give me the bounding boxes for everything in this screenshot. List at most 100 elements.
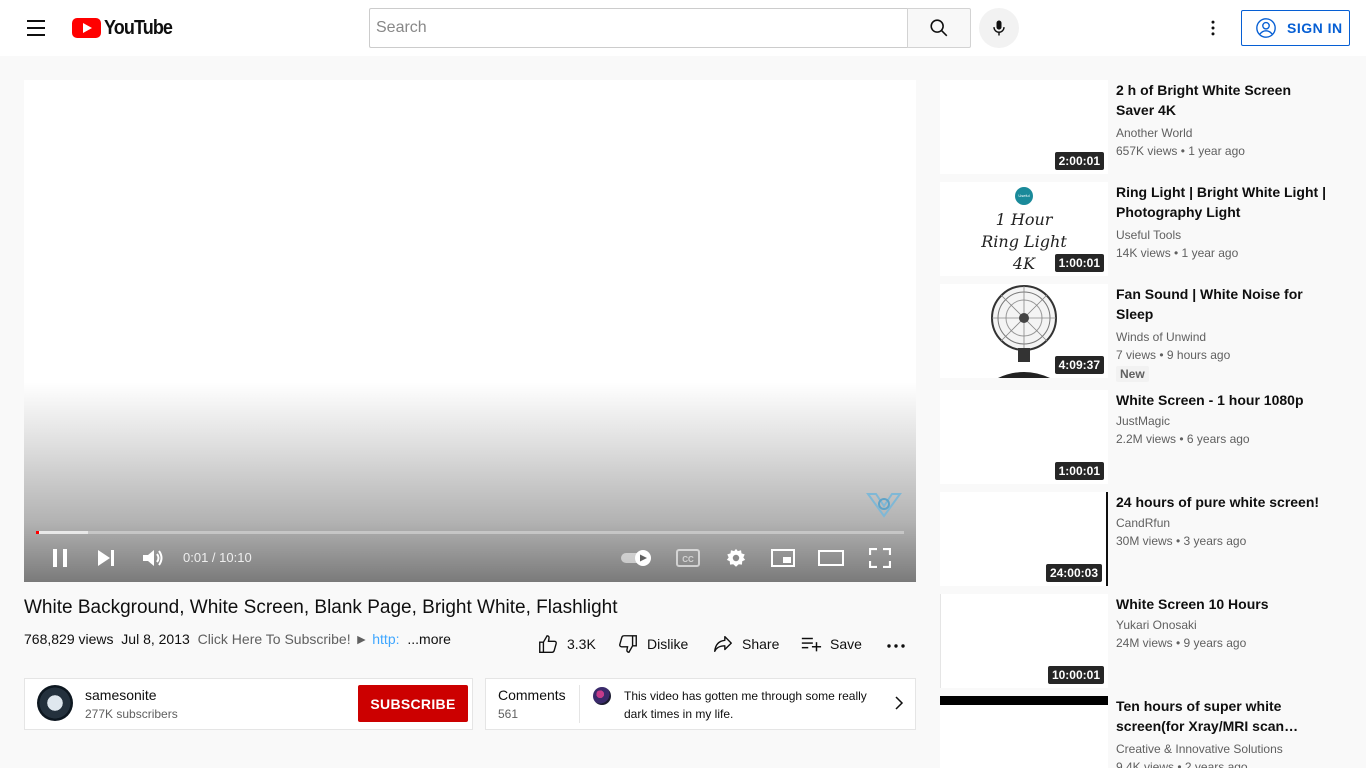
upload-date: Jul 8, 2013	[121, 631, 190, 647]
video-thumbnail[interactable]: 24:00:03	[940, 492, 1108, 586]
save-label: Save	[830, 636, 862, 652]
more-horizontal-icon	[887, 644, 905, 648]
recommended-video[interactable]: 10:00:01 White Screen 10 Hours Yukari On…	[940, 594, 1340, 690]
recommended-title[interactable]: Ten hours of super white screen(for Xray…	[1116, 696, 1326, 736]
comments-label: Comments	[498, 687, 566, 703]
recommended-channel[interactable]: Useful Tools	[1116, 228, 1181, 242]
pause-button[interactable]	[46, 544, 74, 572]
recommended-title[interactable]: 24 hours of pure white screen!	[1116, 492, 1326, 512]
progress-played	[36, 531, 39, 534]
account-icon	[1256, 18, 1276, 38]
recommended-title[interactable]: White Screen 10 Hours	[1116, 594, 1326, 614]
search-input[interactable]	[376, 19, 902, 37]
duration-badge: 10:00:01	[1047, 666, 1104, 684]
description-link[interactable]: http:	[372, 631, 399, 647]
chevron-right-icon[interactable]	[891, 695, 907, 711]
recommended-channel[interactable]: Creative & Innovative Solutions	[1116, 742, 1283, 756]
video-title: White Background, White Screen, Blank Pa…	[24, 597, 618, 618]
miniplayer-icon	[771, 549, 795, 567]
search-button[interactable]	[907, 8, 971, 48]
share-button[interactable]: Share	[712, 632, 779, 656]
next-button[interactable]	[92, 544, 120, 572]
duration-badge: 1:00:01	[1054, 462, 1104, 480]
recommended-video[interactable]: Useful Tools 1 Hour Ring Light 4K 1:00:0…	[940, 182, 1340, 278]
progress-buffered	[36, 531, 89, 534]
video-player[interactable]: 0:01 / 10:10 CC	[24, 80, 916, 582]
video-thumbnail[interactable]	[940, 696, 1108, 768]
recommended-title[interactable]: White Screen - 1 hour 1080p	[1116, 390, 1326, 410]
recommended-channel[interactable]: Winds of Unwind	[1116, 330, 1206, 344]
video-thumbnail[interactable]: 1:00:01	[940, 390, 1108, 484]
logo-text: YouTube	[104, 16, 173, 39]
channel-avatar[interactable]	[37, 685, 73, 721]
svg-text:CC: CC	[682, 555, 694, 564]
recommended-title[interactable]: Ring Light | Bright White Light | Photog…	[1116, 182, 1326, 222]
recommended-channel[interactable]: JustMagic	[1116, 414, 1170, 428]
video-thumbnail[interactable]: 4:09:37	[940, 284, 1108, 378]
thumbs-up-icon	[539, 635, 557, 653]
dislike-button[interactable]: Dislike	[617, 632, 688, 656]
like-button[interactable]: 3.3K	[537, 632, 596, 656]
thumbnail-text-line: 1 Hour	[995, 210, 1053, 229]
volume-icon	[143, 550, 163, 566]
theater-mode-button[interactable]	[816, 544, 846, 572]
recommended-channel[interactable]: Another World	[1116, 126, 1192, 140]
autoplay-toggle[interactable]	[619, 544, 655, 572]
video-meta[interactable]: 768,829 views Jul 8, 2013 Click Here To …	[24, 631, 451, 647]
voice-search-button[interactable]	[979, 8, 1019, 48]
description-snippet: Click Here To Subscribe! ►	[197, 631, 369, 647]
like-count: 3.3K	[567, 636, 596, 652]
save-button[interactable]: Save	[800, 632, 862, 656]
time-display: 0:01 / 10:10	[183, 550, 252, 565]
view-count: 768,829 views	[24, 631, 114, 647]
subscribe-button[interactable]: SUBSCRIBE	[358, 685, 468, 722]
masthead: YouTube SIGN IN	[0, 0, 1366, 56]
comments-teaser[interactable]: Comments 561 This video has gotten me th…	[485, 678, 916, 730]
search-box	[369, 8, 908, 48]
menu-icon[interactable]	[24, 18, 48, 38]
thumbs-down-icon	[619, 635, 637, 653]
channel-name[interactable]: samesonite	[85, 687, 157, 703]
recommended-stats: 14K views • 1 year ago	[1116, 246, 1239, 260]
progress-bar[interactable]	[36, 531, 904, 534]
more-button[interactable]: ...more	[407, 631, 451, 647]
settings-button[interactable]	[722, 544, 750, 572]
recommended-video[interactable]: Ten hours of super white screen(for Xray…	[940, 696, 1340, 768]
recommended-stats: 30M views • 3 years ago	[1116, 534, 1247, 548]
duration-badge: 4:09:37	[1054, 356, 1104, 374]
miniplayer-button[interactable]	[769, 544, 797, 572]
recommended-channel[interactable]: Yukari Onosaki	[1116, 618, 1197, 632]
recommended-video[interactable]: 4:09:37 Fan Sound | White Noise for Slee…	[940, 284, 1340, 388]
video-thumbnail[interactable]: Useful Tools 1 Hour Ring Light 4K 1:00:0…	[940, 182, 1108, 276]
skip-next-icon	[98, 550, 114, 566]
recommended-title[interactable]: 2 h of Bright White Screen Saver 4K	[1116, 80, 1326, 120]
settings-menu-button[interactable]	[1197, 12, 1229, 44]
sign-in-button[interactable]: SIGN IN	[1241, 10, 1350, 46]
new-badge: New	[1116, 366, 1149, 382]
recommended-channel[interactable]: CandRfun	[1116, 516, 1170, 530]
recommended-video[interactable]: 24:00:03 24 hours of pure white screen! …	[940, 492, 1340, 588]
sign-in-label: SIGN IN	[1287, 20, 1343, 36]
youtube-logo[interactable]: YouTube	[72, 16, 180, 39]
dislike-label: Dislike	[647, 636, 689, 652]
recommended-video[interactable]: 2:00:01 2 h of Bright White Screen Saver…	[940, 80, 1340, 176]
subtitles-button[interactable]: CC	[674, 544, 702, 572]
video-thumbnail[interactable]: 2:00:01	[940, 80, 1108, 174]
mute-button[interactable]	[138, 544, 168, 572]
subscriber-count: 277K subscribers	[85, 707, 178, 721]
fullscreen-button[interactable]	[866, 544, 894, 572]
share-icon	[714, 635, 732, 653]
recommended-title[interactable]: Fan Sound | White Noise for Sleep	[1116, 284, 1326, 324]
recommended-video[interactable]: 1:00:01 White Screen - 1 hour 1080p Just…	[940, 390, 1340, 486]
duration-badge: 24:00:03	[1045, 564, 1102, 582]
thumbnail-text-line: Ring Light	[981, 232, 1067, 251]
pause-icon	[53, 549, 67, 567]
comments-count: 561	[498, 707, 519, 721]
autoplay-icon	[621, 550, 651, 566]
more-actions-button[interactable]	[884, 632, 916, 656]
recommended-stats: 657K views • 1 year ago	[1116, 144, 1245, 158]
channel-watermark-icon[interactable]	[866, 490, 902, 520]
share-label: Share	[742, 636, 780, 652]
more-vertical-icon	[1211, 20, 1215, 36]
video-thumbnail[interactable]: 10:00:01	[940, 594, 1108, 688]
